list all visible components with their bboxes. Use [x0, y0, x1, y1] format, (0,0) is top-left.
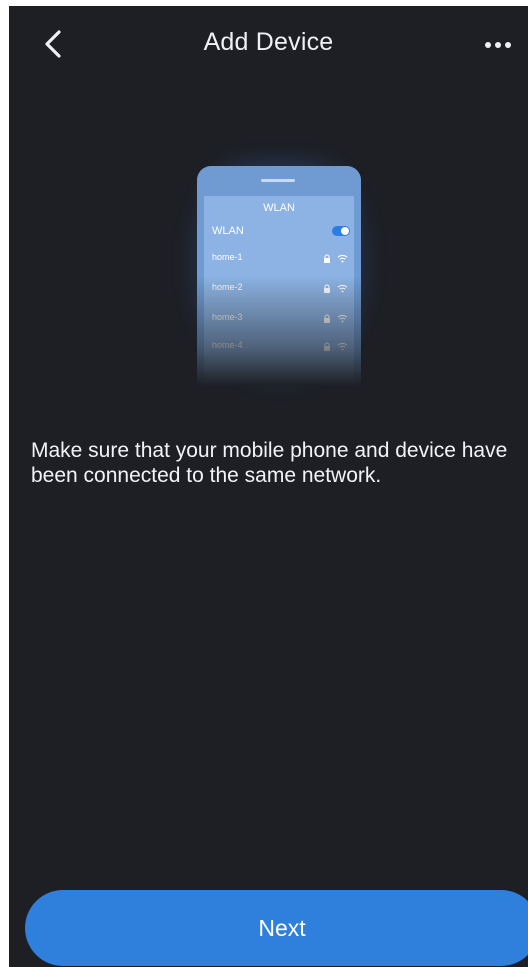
network-row: home-1	[212, 252, 350, 266]
toggle-knob	[341, 227, 349, 235]
wlan-illustration: WLAN WLAN home-1 home-2 home-3	[179, 154, 379, 394]
more-horizontal-icon	[485, 42, 511, 48]
screen: Add Device WLAN WLAN home-1 Make sure th…	[9, 6, 528, 967]
network-name: home-1	[212, 252, 243, 262]
page-title: Add Device	[203, 28, 334, 56]
next-button[interactable]: Next	[25, 890, 528, 966]
wlan-setting-label: WLAN	[212, 225, 244, 237]
phone-fade	[197, 276, 361, 386]
phone-notch	[261, 179, 295, 182]
instruction-message: Make sure that your mobile phone and dev…	[31, 439, 508, 487]
phone-illustration: WLAN WLAN home-1 home-2 home-3	[197, 166, 361, 386]
more-button[interactable]	[478, 30, 522, 60]
lock-icon	[324, 254, 330, 263]
wlan-toggle	[332, 226, 350, 236]
wifi-icon	[337, 254, 348, 263]
phone-screen-title: WLAN	[263, 202, 295, 214]
header: Add Device	[9, 6, 528, 76]
